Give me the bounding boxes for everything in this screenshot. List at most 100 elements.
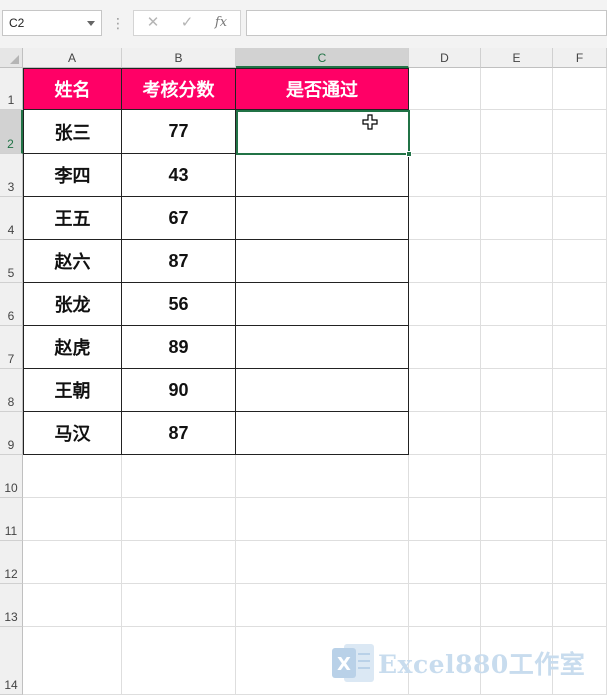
name-box[interactable]: C2: [2, 10, 102, 36]
grid-cell[interactable]: [481, 369, 553, 412]
column-header-b[interactable]: B: [122, 48, 236, 68]
grid-cell[interactable]: [23, 627, 122, 695]
name-cell[interactable]: 赵虎: [23, 326, 122, 369]
grid-cell[interactable]: [553, 110, 607, 154]
grid-cell[interactable]: [481, 110, 553, 154]
fill-handle[interactable]: [406, 151, 412, 157]
column-header-a[interactable]: A: [23, 48, 122, 68]
column-header-f[interactable]: F: [553, 48, 607, 68]
grid-cell[interactable]: [553, 283, 607, 326]
column-header-c[interactable]: C: [236, 48, 409, 68]
column-header-d[interactable]: D: [409, 48, 481, 68]
grid-cell[interactable]: [409, 197, 481, 240]
grid-cell[interactable]: [481, 240, 553, 283]
grid-cell[interactable]: [481, 68, 553, 110]
confirm-icon[interactable]: ✓: [170, 11, 204, 35]
grid-cell[interactable]: [236, 541, 409, 584]
row-header-3[interactable]: 3: [0, 154, 23, 197]
grid-cell[interactable]: [481, 498, 553, 541]
score-cell[interactable]: 77: [122, 110, 236, 154]
grid-cell[interactable]: [23, 584, 122, 627]
name-cell[interactable]: 马汉: [23, 412, 122, 455]
grid-cell[interactable]: [553, 412, 607, 455]
grid-cell[interactable]: [553, 326, 607, 369]
name-cell[interactable]: 李四: [23, 154, 122, 197]
grid-cell[interactable]: [409, 412, 481, 455]
row-header-11[interactable]: 11: [0, 498, 23, 541]
pass-cell[interactable]: [236, 369, 409, 412]
score-cell[interactable]: 56: [122, 283, 236, 326]
row-header-6[interactable]: 6: [0, 283, 23, 326]
grid-cell[interactable]: [409, 110, 481, 154]
table-header-cell[interactable]: 是否通过: [236, 68, 409, 110]
grid-cell[interactable]: [553, 68, 607, 110]
column-header-e[interactable]: E: [481, 48, 553, 68]
row-header-13[interactable]: 13: [0, 584, 23, 627]
row-header-9[interactable]: 9: [0, 412, 23, 455]
grid-cell[interactable]: [481, 154, 553, 197]
row-header-4[interactable]: 4: [0, 197, 23, 240]
score-cell[interactable]: 90: [122, 369, 236, 412]
grid-cell[interactable]: [553, 498, 607, 541]
score-cell[interactable]: 43: [122, 154, 236, 197]
score-cell[interactable]: 67: [122, 197, 236, 240]
grid-cell[interactable]: [122, 455, 236, 498]
grid-cell[interactable]: [23, 455, 122, 498]
grid-cell[interactable]: [481, 197, 553, 240]
row-header-12[interactable]: 12: [0, 541, 23, 584]
grid-cell[interactable]: [236, 455, 409, 498]
grid-cell[interactable]: [23, 541, 122, 584]
table-header-cell[interactable]: 姓名: [23, 68, 122, 110]
grid-cell[interactable]: [409, 541, 481, 584]
grid-cell[interactable]: [481, 584, 553, 627]
grid-cell[interactable]: [553, 154, 607, 197]
grid-cell[interactable]: [236, 498, 409, 541]
grid-cell[interactable]: [553, 541, 607, 584]
name-cell[interactable]: 张三: [23, 110, 122, 154]
chevron-down-icon[interactable]: [87, 21, 95, 26]
grid-cell[interactable]: [122, 584, 236, 627]
grid-cell[interactable]: [122, 498, 236, 541]
insert-function-icon[interactable]: fx: [204, 11, 238, 35]
pass-cell[interactable]: [236, 197, 409, 240]
grid-cell[interactable]: [23, 498, 122, 541]
row-header-7[interactable]: 7: [0, 326, 23, 369]
grid-cell[interactable]: [122, 627, 236, 695]
grid-cell[interactable]: [553, 584, 607, 627]
grid-cell[interactable]: [481, 455, 553, 498]
row-header-5[interactable]: 5: [0, 240, 23, 283]
grid-cell[interactable]: [409, 68, 481, 110]
table-header-cell[interactable]: 考核分数: [122, 68, 236, 110]
pass-cell[interactable]: [236, 240, 409, 283]
row-header-8[interactable]: 8: [0, 369, 23, 412]
grid-cell[interactable]: [409, 498, 481, 541]
cancel-icon[interactable]: ✕: [136, 11, 170, 35]
name-cell[interactable]: 王朝: [23, 369, 122, 412]
grid-cell[interactable]: [553, 240, 607, 283]
row-header-2[interactable]: 2: [0, 110, 23, 154]
name-cell[interactable]: 张龙: [23, 283, 122, 326]
more-options-icon[interactable]: ⋮: [111, 14, 125, 32]
name-cell[interactable]: 赵六: [23, 240, 122, 283]
grid-cell[interactable]: [409, 455, 481, 498]
grid-cell[interactable]: [409, 584, 481, 627]
grid-cell[interactable]: [553, 197, 607, 240]
pass-cell[interactable]: [236, 412, 409, 455]
grid-cell[interactable]: [409, 240, 481, 283]
grid-cell[interactable]: [553, 369, 607, 412]
grid-cell[interactable]: [481, 412, 553, 455]
row-header-14[interactable]: 14: [0, 627, 23, 695]
formula-input[interactable]: [246, 10, 607, 36]
grid-cell[interactable]: [481, 283, 553, 326]
pass-cell[interactable]: [236, 326, 409, 369]
score-cell[interactable]: 87: [122, 412, 236, 455]
row-header-10[interactable]: 10: [0, 455, 23, 498]
score-cell[interactable]: 87: [122, 240, 236, 283]
grid-cell[interactable]: [409, 326, 481, 369]
score-cell[interactable]: 89: [122, 326, 236, 369]
grid-cell[interactable]: [481, 326, 553, 369]
grid-cell[interactable]: [409, 283, 481, 326]
pass-cell[interactable]: [236, 154, 409, 197]
grid-cell[interactable]: [553, 455, 607, 498]
grid-cell[interactable]: [481, 541, 553, 584]
